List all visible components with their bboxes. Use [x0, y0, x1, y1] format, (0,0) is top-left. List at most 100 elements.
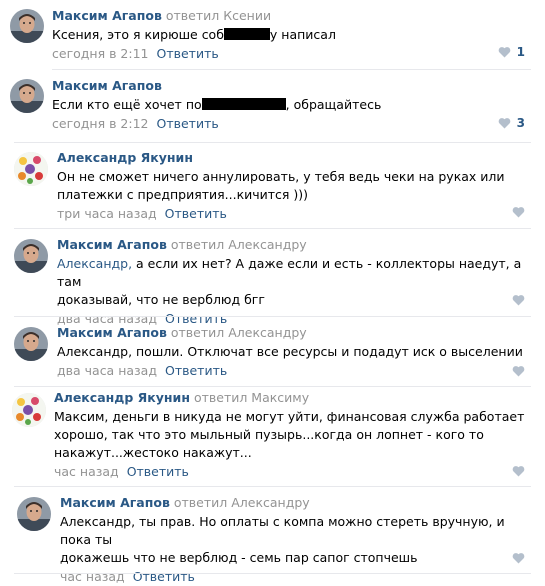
comment-body: Александр Якунин ответил Максиму Максим,…: [54, 389, 527, 481]
like-button[interactable]: 3: [498, 115, 525, 131]
comment-meta: сегодня в 2:11 Ответить: [52, 45, 527, 63]
comment-text-part: Если кто ещё хочет по: [52, 97, 202, 112]
comment-header: Александр Якунин: [57, 149, 527, 167]
comment-meta: час назад Ответить: [54, 463, 527, 481]
author-name[interactable]: Максим Агапов: [52, 8, 162, 23]
comment-text-line: докажешь что не верблюд - семь пар сапог…: [60, 550, 418, 565]
comment-text-line: платежки с предприятия...кичится ))): [57, 187, 309, 202]
comment-body: Александр Якунин Он не сможет ничего анн…: [57, 149, 527, 223]
comment-text-part: , обращайтесь: [285, 97, 382, 112]
timestamp[interactable]: час назад: [60, 569, 125, 584]
reply-button[interactable]: Ответить: [165, 206, 227, 221]
comment-text: Александр, ты прав. Но оплаты с компа мо…: [60, 513, 527, 567]
comment-text: Если кто ещё хочет по , обращайтесь: [52, 96, 527, 114]
comment-header: Максим Агапов ответил Александру: [57, 324, 527, 342]
like-button[interactable]: [512, 292, 525, 308]
reply-button[interactable]: Ответить: [157, 46, 219, 61]
comment-text-line: хорошо, так что это мыльный пузырь...ког…: [54, 427, 484, 442]
heart-icon: [498, 118, 510, 129]
avatar[interactable]: [10, 79, 44, 113]
like-count: 3: [516, 116, 525, 130]
comment-meta: сегодня в 2:12 Ответить: [52, 115, 527, 133]
avatar[interactable]: [12, 393, 46, 427]
avatar[interactable]: [14, 327, 48, 361]
separator: [14, 486, 531, 487]
man-portrait-icon: [10, 79, 44, 113]
reply-button[interactable]: Ответить: [157, 116, 219, 131]
comment-text: Ксения, это я кирюше соб у написал: [52, 26, 527, 44]
comment-text-part: Ксения, это я кирюше соб: [52, 27, 224, 42]
author-name[interactable]: Максим Агапов: [57, 325, 167, 340]
comment-meta: час назад Ответить: [60, 568, 527, 586]
comment-header: Максим Агапов ответил Александру: [57, 236, 527, 254]
like-button[interactable]: [512, 550, 525, 566]
comment-text-line: Максим, деньги в никуда не могут уйти, ф…: [54, 409, 525, 424]
comment-text: Максим, деньги в никуда не могут уйти, ф…: [54, 408, 527, 462]
comment-header: Максим Агапов ответил Ксении: [52, 7, 527, 25]
separator: [14, 573, 531, 574]
author-name[interactable]: Максим Агапов: [52, 78, 162, 93]
comment-body: Максим Агапов ответил Александру Алексан…: [57, 324, 527, 380]
comment-text-part: у написал: [269, 27, 336, 42]
man-portrait-icon: [10, 9, 44, 43]
avatar[interactable]: [14, 152, 48, 186]
author-name[interactable]: Александр Якунин: [57, 150, 193, 165]
like-button[interactable]: [512, 204, 525, 220]
comment-body: Максим Агапов ответил Ксении Ксения, это…: [52, 7, 527, 63]
heart-icon: [512, 295, 525, 306]
comment-text: Александр, пошли. Отключат все ресурсы и…: [57, 343, 527, 361]
author-name[interactable]: Максим Агапов: [57, 237, 167, 252]
comment-text: Александр, а если их нет? А даже если и …: [57, 255, 527, 309]
comment-text: Он не сможет ничего аннулировать, у тебя…: [57, 168, 527, 204]
heart-icon: [512, 366, 525, 377]
reply-button[interactable]: Ответить: [165, 363, 227, 378]
comment-text-line: Александр, ты прав. Но оплаты с компа мо…: [60, 514, 505, 547]
man-portrait-icon: [17, 497, 51, 531]
reply-to[interactable]: ответил Александру: [171, 237, 307, 252]
separator: [14, 316, 531, 317]
like-button[interactable]: 1: [498, 44, 525, 60]
man-portrait-icon: [14, 239, 48, 273]
author-name[interactable]: Александр Якунин: [54, 390, 190, 405]
comment-text-line: Александр, а если их нет? А даже если и …: [57, 255, 527, 291]
comment-header: Александр Якунин ответил Максиму: [54, 389, 527, 407]
separator: [14, 142, 531, 143]
like-button[interactable]: [512, 363, 525, 379]
comment-header: Максим Агапов: [52, 77, 527, 95]
like-count: 1: [516, 45, 525, 59]
flowers-icon: [14, 152, 48, 186]
avatar[interactable]: [10, 9, 44, 43]
comment-text-line: доказывай, что не верблюд бгг: [57, 292, 265, 307]
separator: [52, 69, 531, 70]
heart-icon: [498, 47, 510, 58]
heart-icon: [512, 466, 525, 477]
comment-header: Максим Агапов ответил Александру: [60, 494, 527, 512]
timestamp[interactable]: сегодня в 2:11: [52, 46, 149, 61]
timestamp[interactable]: сегодня в 2:12: [52, 116, 149, 131]
reply-button[interactable]: Ответить: [133, 569, 195, 584]
reply-to[interactable]: ответил Александру: [171, 325, 307, 340]
avatar[interactable]: [14, 239, 48, 273]
comment-body: Максим Агапов Если кто ещё хочет по , обр…: [52, 77, 527, 133]
separator: [14, 228, 531, 229]
redaction-block: [201, 98, 286, 110]
reply-to[interactable]: ответил Александру: [174, 495, 310, 510]
timestamp[interactable]: три часа назад: [57, 206, 157, 221]
redaction-block: [223, 28, 270, 40]
heart-icon: [512, 553, 525, 564]
timestamp[interactable]: час назад: [54, 464, 119, 479]
comment-meta: три часа назад Ответить: [57, 205, 527, 223]
timestamp[interactable]: два часа назад: [57, 363, 157, 378]
comment-text-line: накажут...жестоко накажут...: [54, 445, 252, 460]
reply-to[interactable]: ответил Максиму: [194, 390, 309, 405]
author-name[interactable]: Максим Агапов: [60, 495, 170, 510]
mention-link[interactable]: Александр,: [57, 256, 132, 271]
like-button[interactable]: [512, 463, 525, 479]
separator: [14, 386, 531, 387]
avatar[interactable]: [17, 497, 51, 531]
comment-body: Максим Агапов ответил Александру Алексан…: [57, 236, 527, 328]
reply-button[interactable]: Ответить: [127, 464, 189, 479]
comment-text-line: Александр, пошли. Отключат все ресурсы и…: [57, 344, 523, 359]
comment-meta: два часа назад Ответить: [57, 362, 527, 380]
reply-to[interactable]: ответил Ксении: [166, 8, 271, 23]
